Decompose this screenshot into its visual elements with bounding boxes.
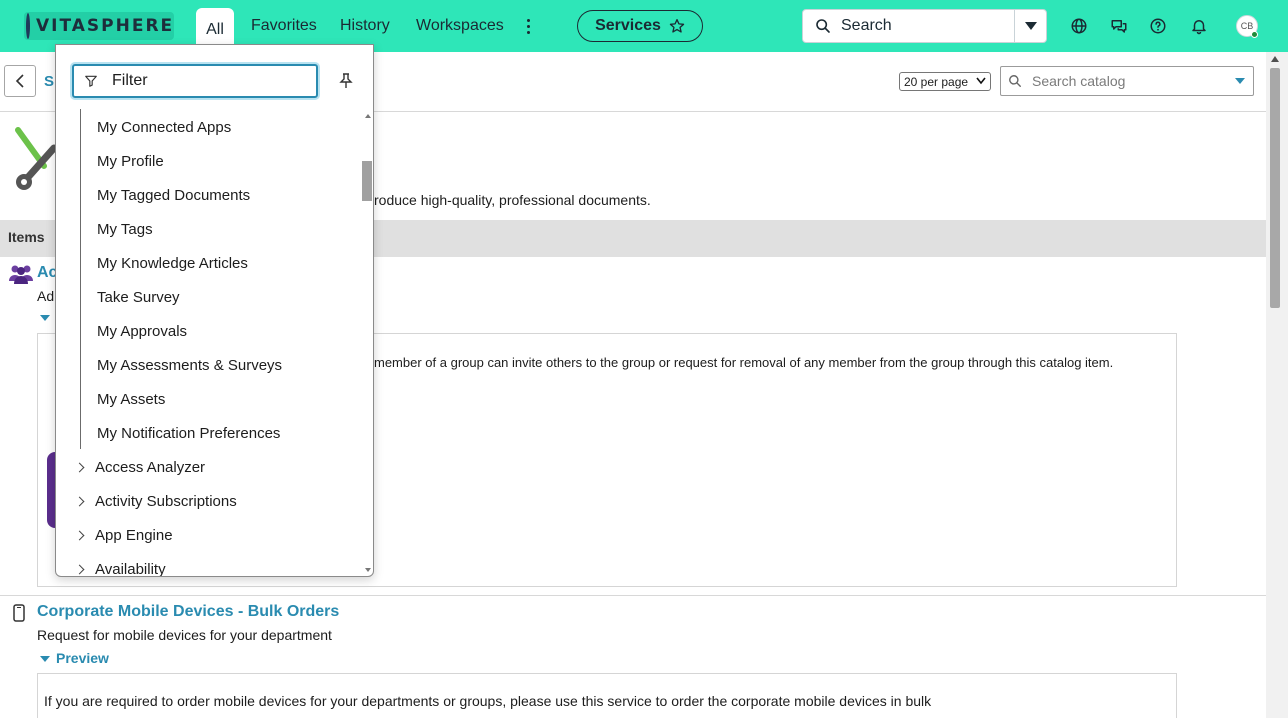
scroll-up-arrow-icon[interactable] [1271,56,1279,62]
breadcrumb-fragment[interactable]: S [44,73,54,90]
scrollbar-thumb[interactable] [1270,68,1280,308]
page-scrollbar[interactable] [1266,52,1288,718]
menu-module-app-engine[interactable]: App Engine [74,527,173,544]
item1-preview-toggle-icon[interactable] [40,315,50,321]
group-users-icon [9,265,33,284]
nav-history-label: History [340,17,390,34]
filter-funnel-icon [85,75,97,87]
catalog-search-input[interactable]: Search catalog [1000,66,1254,96]
menu-item-my-approvals[interactable]: My Approvals [97,323,187,340]
caret-down-icon[interactable] [1235,78,1245,84]
chevron-right-icon [74,496,85,507]
more-menu-icon[interactable] [520,14,536,38]
scroll-down-arrow-icon[interactable] [365,568,371,572]
star-icon[interactable] [669,18,685,34]
search-icon [1009,75,1021,87]
services-label: Services [595,17,661,34]
chat-icon[interactable] [1109,16,1129,36]
menu-item-my-connected-apps[interactable]: My Connected Apps [97,119,231,136]
menu-module-availability[interactable]: Availability [74,561,166,577]
scroll-up-arrow-icon[interactable] [365,114,371,118]
menu-module-access-analyzer[interactable]: Access Analyzer [74,459,206,476]
menu-module-label: Availability [95,561,166,577]
menu-item-my-profile[interactable]: My Profile [97,153,164,170]
nav-history-tab[interactable]: History [340,8,390,44]
item2-preview-text: If you are required to order mobile devi… [44,693,932,709]
back-button[interactable] [4,65,36,97]
caret-down-icon [40,656,50,662]
online-status-dot [1251,31,1258,38]
menu-item-take-survey[interactable]: Take Survey [97,289,180,306]
nav-workspaces-tab[interactable]: Workspaces [416,8,504,44]
nav-favorites-label: Favorites [251,17,317,34]
globe-logo-icon [26,13,30,39]
nav-favorites-tab[interactable]: Favorites [251,8,317,44]
chevron-right-icon [74,564,85,575]
item-separator [0,595,1266,596]
pin-icon[interactable] [339,73,353,89]
item2-description: Request for mobile devices for your depa… [37,627,332,643]
per-page-select[interactable]: 20 per page [899,72,991,91]
nav-all-label: All [206,21,224,38]
avatar-initials: CB [1240,21,1254,31]
per-page-value: 20 per page [904,74,969,89]
menu-module-label: Access Analyzer [95,459,206,476]
global-search-label: Search [841,17,892,34]
chevron-left-icon [15,74,24,88]
menu-filter-placeholder: Filter [112,72,148,89]
menu-item-my-notification-preferences[interactable]: My Notification Preferences [97,425,280,442]
logo-text: VITASPHERE [36,16,175,36]
notifications-bell-icon[interactable] [1189,16,1209,36]
submenu-guide-line [80,109,81,449]
globe-icon[interactable] [1069,16,1089,36]
caret-down-icon [1024,22,1037,30]
services-button[interactable]: Services [577,10,703,42]
menu-module-label: Activity Subscriptions [95,493,237,510]
item2-preview-label: Preview [56,650,109,666]
menu-scrollbar-thumb[interactable] [362,161,372,201]
item2-title-link[interactable]: Corporate Mobile Devices - Bulk Orders [37,603,339,621]
mobile-phone-icon [13,604,25,622]
search-scope-dropdown[interactable] [1014,10,1046,42]
catalog-search-placeholder: Search catalog [1032,73,1126,89]
chevron-right-icon [74,462,85,473]
category-description: roduce high-quality, professional docume… [374,192,651,208]
menu-item-my-knowledge-articles[interactable]: My Knowledge Articles [97,255,248,272]
nav-workspaces-label: Workspaces [416,17,504,34]
vitasphere-logo[interactable]: VITASPHERE [24,12,174,40]
item1-preview-text: member of a group can invite others to t… [374,355,1114,370]
item2-preview-toggle[interactable]: Preview [40,650,109,666]
menu-module-activity-subscriptions[interactable]: Activity Subscriptions [74,493,237,510]
all-menu-panel: Filter My Connected Apps My Profile My T… [55,44,374,577]
menu-list: My Connected Apps My Profile My Tagged D… [56,109,362,577]
select-arrow-icon [976,77,986,85]
global-search-field[interactable]: Search [802,9,1047,43]
items-label: Items [8,229,45,245]
menu-filter-input[interactable]: Filter [72,64,318,98]
menu-scrollbar[interactable] [362,109,373,576]
menu-item-my-tags[interactable]: My Tags [97,221,153,238]
menu-item-my-assets[interactable]: My Assets [97,391,165,408]
chevron-right-icon [74,530,85,541]
help-icon[interactable] [1148,16,1168,36]
menu-item-my-tagged-documents[interactable]: My Tagged Documents [97,187,250,204]
item1-description: Ad [37,288,55,304]
search-icon [816,19,830,33]
menu-module-label: App Engine [95,527,173,544]
menu-item-my-assessments-surveys[interactable]: My Assessments & Surveys [97,357,282,374]
